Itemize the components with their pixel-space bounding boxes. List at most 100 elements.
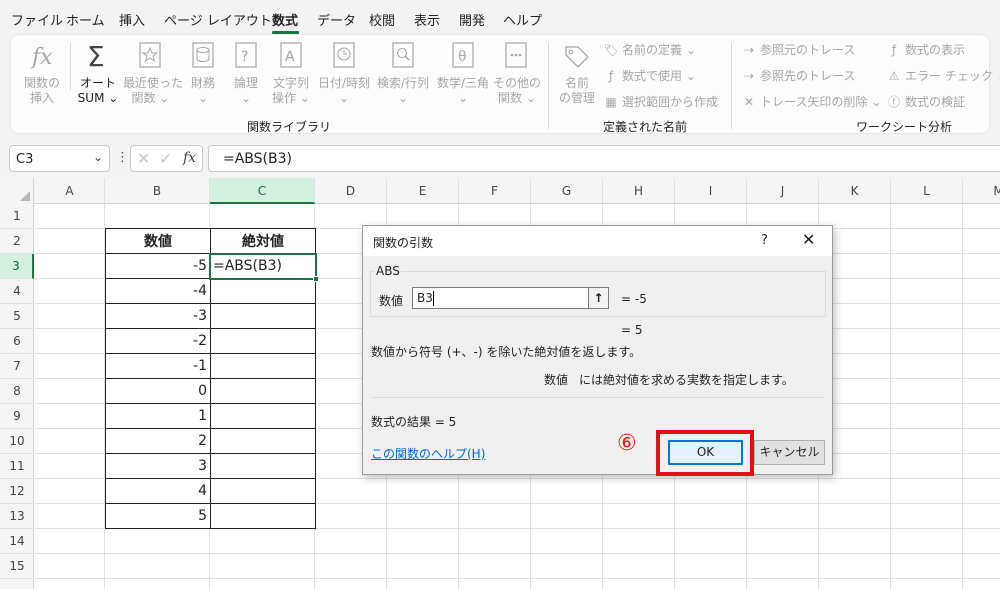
header-cell-absolute[interactable]: 絶対値 — [210, 228, 316, 254]
result-cell[interactable] — [210, 328, 316, 354]
menu-view[interactable]: 表示 — [414, 10, 440, 29]
result-cell[interactable] — [210, 478, 316, 504]
menu-insert[interactable]: 挿入 — [119, 10, 145, 29]
result-cell[interactable] — [210, 303, 316, 329]
collapse-dialog-button[interactable]: ↑ — [588, 287, 609, 309]
column-header-a[interactable]: A — [35, 178, 105, 204]
trace-precedents-button[interactable]: ⇢ 参照元のトレース — [742, 41, 855, 58]
value-cell[interactable]: 1 — [105, 403, 211, 429]
remove-arrows-button[interactable]: ✕ トレース矢印の削除 ⌄ — [742, 93, 882, 110]
row-header[interactable]: 11 — [0, 454, 34, 479]
insert-function-icon[interactable]: fx — [183, 150, 196, 166]
name-manager-button[interactable]: 名前 の管理 — [557, 76, 597, 106]
row-header[interactable]: 8 — [0, 379, 34, 404]
row-header[interactable]: 14 — [0, 529, 34, 554]
insert-function-button[interactable]: 関数の 挿入 — [22, 76, 62, 106]
row-header[interactable]: 15 — [0, 554, 34, 579]
column-header-b[interactable]: B — [105, 178, 210, 204]
row-header[interactable]: 5 — [0, 304, 34, 329]
column-header-l[interactable]: L — [891, 178, 963, 204]
ok-button[interactable]: OK — [668, 440, 743, 465]
dialog-titlebar[interactable]: 関数の引数 ? ✕ — [363, 226, 832, 256]
financial-button[interactable]: 財務 ⌄ — [185, 76, 221, 106]
formula-input[interactable]: =ABS(B3) — [208, 145, 1000, 172]
value-cell[interactable]: 0 — [105, 378, 211, 404]
fill-handle[interactable] — [313, 276, 319, 282]
menu-file[interactable]: ファイル — [11, 10, 63, 29]
row-header[interactable]: 2 — [0, 229, 34, 254]
name-box[interactable]: C3 ⌄ — [9, 145, 110, 172]
column-header-f[interactable]: F — [459, 178, 531, 204]
result-cell[interactable] — [210, 503, 316, 529]
row-header[interactable]: 9 — [0, 404, 34, 429]
row-header[interactable]: 4 — [0, 279, 34, 304]
argument-input[interactable]: B3 — [412, 287, 609, 309]
lookup-button[interactable]: 検索/行列 ⌄ — [375, 76, 431, 106]
define-name-button[interactable]: 🏷 名前の定義 ⌄ — [603, 41, 696, 58]
result-cell[interactable] — [210, 353, 316, 379]
value-cell[interactable]: 3 — [105, 453, 211, 479]
value-cell[interactable]: 4 — [105, 478, 211, 504]
result-cell[interactable] — [210, 453, 316, 479]
column-header-h[interactable]: H — [603, 178, 675, 204]
menu-help[interactable]: ヘルプ — [503, 10, 542, 29]
menu-page-layout[interactable]: ページ レイアウト — [164, 10, 272, 29]
row-header[interactable]: 6 — [0, 329, 34, 354]
text-functions-button[interactable]: 文字列 操作 ⌄ — [269, 76, 313, 106]
show-formulas-button[interactable]: ƒ 数式の表示 — [887, 41, 965, 58]
menu-formulas[interactable]: 数式 — [272, 10, 298, 29]
enter-check-icon[interactable]: ✓ — [159, 149, 172, 168]
logical-button[interactable]: 論理 ⌄ — [228, 76, 264, 106]
column-header-c[interactable]: C — [210, 178, 315, 204]
column-header-g[interactable]: G — [531, 178, 603, 204]
column-header-m[interactable]: M — [963, 178, 1000, 204]
value-cell[interactable]: -3 — [105, 303, 211, 329]
value-cell[interactable]: 5 — [105, 503, 211, 529]
use-in-formula-label: 数式で使用 — [622, 69, 683, 83]
column-header-e[interactable]: E — [387, 178, 459, 204]
result-cell[interactable] — [210, 403, 316, 429]
row-header-selected[interactable]: 3 — [0, 254, 34, 279]
row-header[interactable]: 12 — [0, 479, 34, 504]
function-help-link[interactable]: この関数のヘルプ(H) — [371, 445, 485, 462]
use-in-formula-button[interactable]: ƒ 数式で使用 ⌄ — [604, 67, 696, 84]
evaluate-formula-button[interactable]: ⓕ 数式の検証 — [887, 93, 965, 110]
math-button[interactable]: 数学/三角 ⌄ — [434, 76, 492, 106]
menu-data[interactable]: データ — [317, 10, 356, 29]
row-header[interactable]: 1 — [0, 204, 34, 229]
value-cell[interactable]: -1 — [105, 353, 211, 379]
select-all-corner[interactable] — [0, 178, 34, 204]
trace-dependents-button[interactable]: ⇢ 参照先のトレース — [742, 67, 855, 84]
cancel-button[interactable]: キャンセル — [754, 440, 825, 465]
column-header-k[interactable]: K — [819, 178, 891, 204]
create-from-selection-button[interactable]: ▦ 選択範囲から作成 — [604, 93, 718, 110]
close-icon[interactable]: ✕ — [802, 230, 815, 249]
result-cell[interactable] — [210, 428, 316, 454]
row-header[interactable]: 7 — [0, 354, 34, 379]
error-checking-button[interactable]: ⚠ エラー チェック ⌄ — [887, 67, 1000, 84]
row-header[interactable]: 10 — [0, 429, 34, 454]
column-header-i[interactable]: I — [675, 178, 747, 204]
header-cell-value[interactable]: 数値 — [105, 228, 211, 254]
value-cell[interactable]: -5 — [105, 253, 211, 279]
result-cell[interactable] — [210, 278, 316, 304]
menu-developer[interactable]: 開発 — [459, 10, 485, 29]
value-cell[interactable]: -2 — [105, 328, 211, 354]
more-functions-button[interactable]: その他の 関数 ⌄ — [493, 76, 541, 106]
datetime-button[interactable]: 日付/時刻 ⌄ — [315, 76, 373, 106]
menu-home[interactable]: ホーム — [66, 10, 105, 29]
value-cell[interactable]: -4 — [105, 278, 211, 304]
result-cell[interactable] — [210, 378, 316, 404]
value-cell[interactable]: 2 — [105, 428, 211, 454]
active-formula-cell[interactable]: =ABS(B3) — [210, 253, 316, 279]
recent-functions-button[interactable]: 最近使った 関数 ⌄ — [123, 76, 183, 106]
chevron-down-icon[interactable]: ⌄ — [93, 150, 103, 164]
cancel-icon[interactable]: ✕ — [137, 149, 150, 168]
autosum-button[interactable]: オート SUM ⌄ — [75, 76, 121, 106]
menu-review[interactable]: 校閲 — [369, 10, 395, 29]
column-header-d[interactable]: D — [315, 178, 387, 204]
more-options-icon[interactable]: ⋮ — [116, 150, 129, 165]
row-header[interactable]: 13 — [0, 504, 34, 529]
column-header-j[interactable]: J — [747, 178, 819, 204]
help-icon[interactable]: ? — [761, 233, 768, 248]
